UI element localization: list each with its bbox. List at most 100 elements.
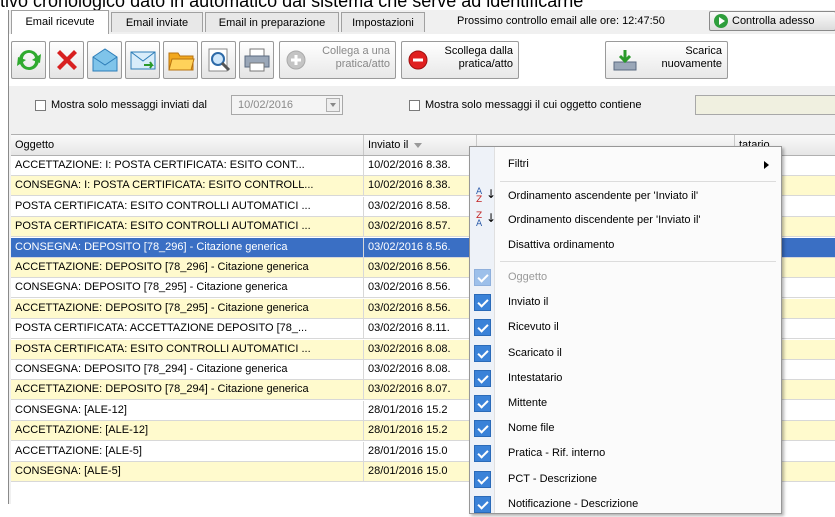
open-envelope-icon <box>92 48 118 72</box>
minus-icon <box>408 50 428 70</box>
menu-item-sort-descending[interactable]: Z A ↓ Ordinamento discendente per 'Inviato… <box>470 209 781 233</box>
checkmark-icon <box>474 294 491 312</box>
cell-sent: 10/02/2016 8.38. <box>364 156 477 175</box>
email-window: Email ricevute Email inviate Email in pr… <box>8 10 835 514</box>
menu-item-filters[interactable]: Filtri <box>470 153 781 177</box>
cell-sent: 03/02/2016 8.07. <box>364 380 477 400</box>
sent-since-label: Mostra solo messaggi inviati dal <box>51 99 207 111</box>
sent-since-checkbox[interactable] <box>35 100 46 111</box>
unlink-from-practice-button[interactable]: Scollega dalla pratica/atto <box>401 41 519 79</box>
menu-item-column-toggle[interactable]: Nome file <box>470 417 781 441</box>
cell-subject: POSTA CERTIFICATA: ESITO CONTROLLI AUTOM… <box>11 196 364 216</box>
column-header-sent[interactable]: Inviato il <box>364 135 477 155</box>
cell-sent: 03/02/2016 8.11. <box>364 319 477 339</box>
next-check-label: Prossimo controllo email alle ore: 12:47… <box>457 15 665 27</box>
refresh-button[interactable] <box>11 41 46 79</box>
filter-bar: Mostra solo messaggi inviati dal 10/02/2… <box>9 86 835 126</box>
menu-item-column-toggle: Oggetto <box>470 266 781 290</box>
delete-button[interactable] <box>49 41 84 79</box>
sent-since-date-picker[interactable]: 10/02/2016 <box>231 95 343 115</box>
cell-subject: ACCETTAZIONE: [ALE-12] <box>11 421 364 441</box>
menu-item-column-toggle[interactable]: Mittente <box>470 392 781 416</box>
cell-sent: 10/02/2016 8.38. <box>364 176 477 196</box>
cell-subject: ACCETTAZIONE: DEPOSITO [78_294] - Citazi… <box>11 380 364 400</box>
checkmark-icon <box>474 445 491 463</box>
cell-sent: 28/01/2016 15.2 <box>364 421 477 441</box>
sent-since-date-value: 10/02/2016 <box>238 99 294 111</box>
menu-item-column-toggle[interactable]: PCT - Descrizione <box>470 468 781 492</box>
menu-item-disable-sort[interactable]: Disattiva ordinamento <box>470 234 781 258</box>
checkmark-icon <box>474 420 491 438</box>
forward-mail-button[interactable] <box>125 41 160 79</box>
cell-subject: CONSEGNA: [ALE-5] <box>11 462 364 481</box>
cell-sent: 28/01/2016 15.0 <box>364 462 477 481</box>
subject-filter-label: Mostra solo messaggi il cui oggetto cont… <box>425 99 642 111</box>
column-context-menu: Filtri A Z ↓ Ordinamento ascendente per 'I… <box>469 146 782 514</box>
sort-ascending-icon: A Z ↓ <box>476 187 497 205</box>
menu-item-column-toggle[interactable]: Inviato il <box>470 291 781 315</box>
cell-sent: 03/02/2016 8.56. <box>364 298 477 318</box>
checkmark-icon <box>474 344 491 362</box>
menu-separator <box>500 181 776 182</box>
menu-item-column-toggle[interactable]: Pratica - Rif. interno <box>470 442 781 466</box>
menu-item-column-toggle[interactable]: Notificazione - Descrizione <box>470 493 781 517</box>
search-icon <box>208 48 231 72</box>
menu-separator <box>500 261 776 262</box>
cell-sent: 03/02/2016 8.56. <box>364 237 477 257</box>
cell-sent: 28/01/2016 15.2 <box>364 400 477 420</box>
subject-filter-input[interactable] <box>695 95 835 115</box>
play-icon <box>714 14 728 28</box>
checkmark-icon <box>474 395 491 412</box>
cell-sent: 03/02/2016 8.08. <box>364 360 477 379</box>
cell-subject: CONSEGNA: DEPOSITO [78_296] - Citazione … <box>11 237 364 257</box>
link-to-practice-button[interactable]: Collega a una pratica/atto <box>279 41 396 79</box>
printer-icon <box>244 48 270 72</box>
column-header-subject[interactable]: Oggetto <box>11 135 364 155</box>
checkmark-icon <box>474 319 491 337</box>
cell-subject: CONSEGNA: DEPOSITO [78_294] - Citazione … <box>11 360 364 379</box>
sort-arrow-icon <box>414 142 423 148</box>
cell-sent: 28/01/2016 15.0 <box>364 441 477 461</box>
checkmark-icon <box>474 495 491 513</box>
menu-item-column-toggle[interactable]: Ricevuto il <box>470 316 781 340</box>
tab-impostazioni[interactable]: Impostazioni <box>341 12 425 32</box>
check-now-label: Controlla adesso <box>732 15 815 27</box>
search-button[interactable] <box>201 41 236 79</box>
unlink-from-practice-label: Scollega dalla pratica/atto <box>444 45 514 70</box>
tab-email-inviate[interactable]: Email inviate <box>111 12 203 32</box>
cell-subject: ACCETTAZIONE: DEPOSITO [78_295] - Citazi… <box>11 298 364 318</box>
tab-strip: Email ricevute Email inviate Email in pr… <box>9 10 835 34</box>
submenu-arrow-icon <box>764 161 769 169</box>
cell-subject: CONSEGNA: I: POSTA CERTIFICATA: ESITO CO… <box>11 176 364 196</box>
cell-sent: 03/02/2016 8.57. <box>364 217 477 237</box>
menu-item-sort-ascending[interactable]: A Z ↓ Ordinamento ascendente per 'Inviato … <box>470 185 781 209</box>
folder-icon <box>168 52 195 71</box>
cell-sent: 03/02/2016 8.56. <box>364 278 477 298</box>
link-to-practice-label: Collega a una pratica/atto <box>322 45 390 70</box>
checkmark-icon <box>474 269 491 286</box>
download-again-button[interactable]: Scarica nuovamente <box>605 41 728 79</box>
chevron-down-icon[interactable] <box>326 98 340 112</box>
cell-subject: POSTA CERTIFICATA: ACCETTAZIONE DEPOSITO… <box>11 319 364 339</box>
download-again-label: Scarica nuovamente <box>661 45 722 70</box>
cell-subject: ACCETTAZIONE: DEPOSITO [78_296] - Citazi… <box>11 258 364 277</box>
menu-item-column-toggle[interactable]: Intestatario <box>470 367 781 391</box>
open-mail-button[interactable] <box>87 41 122 79</box>
cell-sent: 03/02/2016 8.58. <box>364 196 477 216</box>
cell-subject: CONSEGNA: [ALE-12] <box>11 400 364 420</box>
plus-icon <box>286 50 306 70</box>
subject-filter-checkbox[interactable] <box>409 100 420 111</box>
tab-email-ricevute[interactable]: Email ricevute <box>11 10 109 34</box>
delete-icon <box>57 50 77 70</box>
print-button[interactable] <box>239 41 274 79</box>
cell-subject: POSTA CERTIFICATA: ESITO CONTROLLI AUTOM… <box>11 217 364 237</box>
open-folder-button[interactable] <box>163 41 198 79</box>
checkmark-icon <box>474 470 491 488</box>
download-icon <box>613 50 637 71</box>
check-now-button[interactable]: Controlla adesso <box>709 11 835 31</box>
cell-subject: ACCETTAZIONE: [ALE-5] <box>11 441 364 461</box>
menu-item-column-toggle[interactable]: Scaricato il <box>470 342 781 366</box>
cell-subject: POSTA CERTIFICATA: ESITO CONTROLLI AUTOM… <box>11 339 364 359</box>
cell-subject: CONSEGNA: DEPOSITO [78_295] - Citazione … <box>11 278 364 298</box>
tab-email-in-preparazione[interactable]: Email in preparazione <box>205 12 339 32</box>
